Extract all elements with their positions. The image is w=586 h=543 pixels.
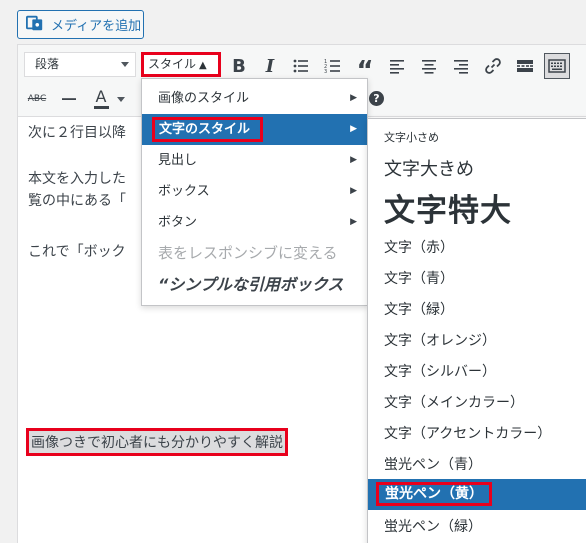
align-right-icon[interactable] (448, 53, 474, 79)
submenu-item-highlighter-yellow[interactable]: 蛍光ペン（黄） (368, 479, 586, 510)
strikethrough-icon[interactable]: ABC (24, 86, 50, 112)
blockquote-icon[interactable]: “ (352, 53, 378, 84)
menu-item-label: 画像のスタイル (158, 91, 250, 106)
content-line-2: 本文を入力した (28, 171, 126, 187)
menu-item-label: ボックス (158, 184, 210, 199)
submenu-item-text-accent-color[interactable]: 文字（アクセントカラー） (368, 423, 586, 443)
submenu-item-text-green[interactable]: 文字（緑） (368, 299, 586, 319)
horizontal-line-icon[interactable] (56, 86, 82, 112)
add-media-button[interactable]: メディアを追加 (17, 10, 144, 39)
submenu-item-label: 蛍光ペン（黄） (376, 482, 492, 506)
format-select[interactable]: 段落 (24, 52, 136, 77)
menu-item-label: 表をレスポンシブに変える (158, 244, 338, 262)
content-line-1: 次に２行目以降 (28, 125, 126, 141)
chevron-right-icon: ▶ (350, 217, 357, 227)
bold-glyph: B (232, 55, 246, 77)
submenu-item-text-main-color[interactable]: 文字（メインカラー） (368, 392, 586, 412)
menu-item-label: “シンプルな引用ボックス (158, 275, 344, 294)
text-style-submenu: 文字小さめ 文字大きめ 文字特大 文字（赤） 文字（青） 文字（緑） 文字（オレ… (367, 118, 586, 543)
menu-item-label: 文字のスタイル (152, 117, 264, 142)
caret-up-icon: ▲ (199, 60, 207, 71)
menu-item-label: 見出し (158, 153, 198, 168)
chevron-right-icon: ▶ (350, 155, 357, 165)
menu-item-text-style[interactable]: 文字のスタイル ▶ (142, 114, 367, 145)
menu-item-responsive-table: 表をレスポンシブに変える (142, 238, 367, 269)
format-select-value: 段落 (35, 57, 60, 71)
menu-item-box[interactable]: ボックス ▶ (142, 176, 367, 207)
strike-glyph: ABC (27, 94, 47, 104)
submenu-item-text-blue[interactable]: 文字（青） (368, 268, 586, 288)
align-center-icon[interactable] (416, 53, 442, 79)
svg-text:3: 3 (324, 69, 327, 75)
chevron-right-icon: ▶ (350, 93, 357, 103)
text-color-icon[interactable]: A (88, 86, 114, 112)
submenu-item-text-small[interactable]: 文字小さめ (368, 129, 586, 145)
italic-icon[interactable]: I (257, 53, 283, 79)
text-color-glyph: A (95, 86, 107, 106)
link-icon[interactable] (480, 53, 506, 79)
help-glyph: ? (373, 92, 380, 105)
menu-item-heading[interactable]: 見出し ▶ (142, 145, 367, 176)
chevron-down-shape (117, 96, 125, 102)
bullet-list-icon[interactable] (288, 53, 314, 79)
numbered-list-icon[interactable]: 123 (320, 53, 346, 79)
chevron-down-icon[interactable] (114, 86, 128, 112)
menu-item-simple-quote-box[interactable]: “シンプルな引用ボックス (142, 269, 367, 300)
menu-item-image-style[interactable]: 画像のスタイル ▶ (142, 83, 367, 114)
help-icon[interactable]: ? (369, 91, 384, 106)
italic-glyph: I (265, 55, 275, 77)
highlighted-text[interactable]: 画像つきで初心者にも分かりやすく解説 (26, 428, 288, 456)
bold-icon[interactable]: B (226, 53, 252, 79)
align-left-icon[interactable] (384, 53, 410, 79)
menu-item-button[interactable]: ボタン ▶ (142, 207, 367, 238)
submenu-item-highlighter-blue[interactable]: 蛍光ペン（青） (368, 454, 586, 474)
chevron-right-icon: ▶ (350, 124, 357, 134)
content-line-4: これで「ボック (28, 244, 126, 260)
menu-item-label: ボタン (158, 215, 198, 230)
style-button-label: スタイル (148, 57, 197, 71)
submenu-item-text-red[interactable]: 文字（赤） (368, 237, 586, 257)
media-icon (26, 14, 44, 36)
chevron-down-icon (121, 62, 129, 67)
submenu-item-highlighter-green[interactable]: 蛍光ペン（緑） (368, 516, 586, 536)
more-icon[interactable] (512, 53, 538, 79)
submenu-item-text-silver[interactable]: 文字（シルバー） (368, 361, 586, 381)
add-media-label: メディアを追加 (51, 19, 142, 34)
chevron-right-icon: ▶ (350, 186, 357, 196)
style-button[interactable]: スタイル ▲ (141, 52, 221, 77)
submenu-item-text-xlarge[interactable]: 文字特大 (368, 185, 586, 230)
submenu-item-text-orange[interactable]: 文字（オレンジ） (368, 330, 586, 350)
text-color-swatch (93, 105, 109, 109)
submenu-item-text-large[interactable]: 文字大きめ (368, 155, 586, 181)
toolbar-toggle-icon[interactable] (544, 53, 570, 79)
content-line-3: 覧の中にある「 (28, 193, 126, 209)
style-dropdown-menu: 画像のスタイル ▶ 文字のスタイル ▶ 見出し ▶ ボックス ▶ ボタン ▶ 表… (141, 78, 368, 306)
